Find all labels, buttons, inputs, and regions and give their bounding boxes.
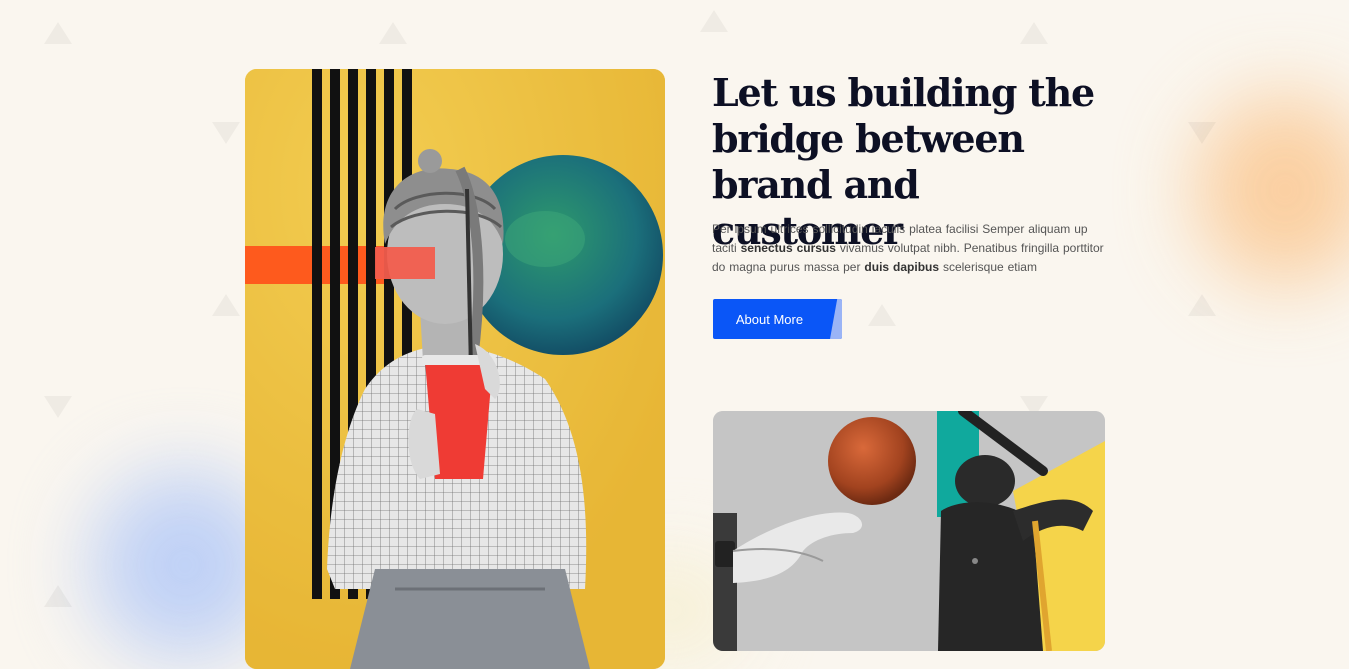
background-triangle-icon (868, 304, 896, 326)
background-triangle-icon (1020, 22, 1048, 44)
collage-baseball-player-icon (713, 411, 1105, 651)
button-slant-decoration (830, 299, 842, 339)
title-line-2: bridge between (712, 116, 1025, 161)
background-triangle-icon (44, 585, 72, 607)
hero-collage-image (245, 69, 665, 669)
secondary-collage-image (713, 411, 1105, 651)
about-more-button-label: About More (735, 311, 804, 327)
description-bold-2: duis dapibus (864, 260, 940, 274)
description-text-3: scelerisque etiam (939, 260, 1037, 274)
background-triangle-icon (212, 294, 240, 316)
background-triangle-icon (700, 10, 728, 32)
background-triangle-icon (1188, 294, 1216, 316)
background-triangle-icon (44, 396, 72, 418)
description-bold-1: senectus cursus (740, 241, 836, 255)
about-more-button[interactable]: About More (713, 299, 842, 339)
title-line-1: Let us building the (712, 70, 1095, 115)
background-triangle-icon (379, 22, 407, 44)
collage-statue-with-drink-icon (245, 69, 665, 669)
background-triangle-icon (212, 122, 240, 144)
background-triangle-icon (1188, 122, 1216, 144)
hero-description: Per ipsum ultrices sollicitudin iaculis … (712, 220, 1112, 277)
background-blur-orange (1195, 95, 1349, 285)
background-triangle-icon (44, 22, 72, 44)
